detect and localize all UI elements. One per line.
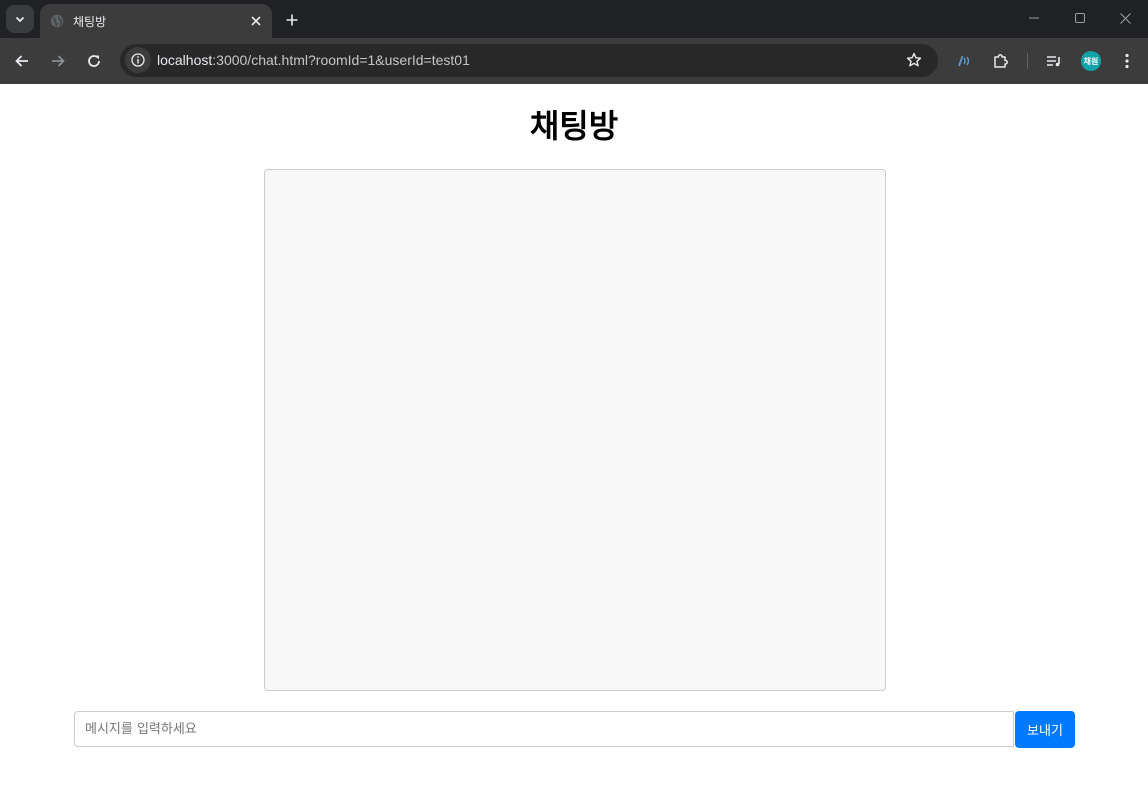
- kebab-menu-icon: [1125, 53, 1129, 69]
- minimize-icon: [1029, 17, 1039, 19]
- url-host: localhost: [157, 52, 213, 68]
- reload-button[interactable]: [80, 47, 108, 75]
- url-path: :3000/chat.html?roomId=1&userId=test01: [212, 52, 470, 68]
- minimize-button[interactable]: [1011, 0, 1057, 36]
- info-icon: [131, 53, 145, 67]
- close-window-button[interactable]: [1102, 0, 1148, 36]
- close-window-icon: [1119, 12, 1131, 24]
- maximize-button[interactable]: [1057, 0, 1103, 36]
- new-tab-button[interactable]: [280, 8, 304, 32]
- reload-icon: [88, 55, 100, 67]
- browser-toolbar: localhost:3000/chat.html?roomId=1&userId…: [0, 38, 1148, 84]
- close-icon: [251, 16, 261, 26]
- forward-button[interactable]: [44, 47, 72, 75]
- puzzle-icon: [994, 54, 1008, 68]
- maximize-icon: [1075, 13, 1085, 23]
- chat-messages-area[interactable]: [264, 169, 886, 691]
- url-text[interactable]: localhost:3000/chat.html?roomId=1&userId…: [157, 52, 470, 68]
- back-arrow-icon: [15, 55, 28, 67]
- site-info-button[interactable]: [125, 47, 151, 73]
- bookmark-button[interactable]: [903, 49, 925, 71]
- send-button[interactable]: 보내기: [1015, 711, 1075, 748]
- star-icon: [906, 52, 922, 67]
- active-tab[interactable]: 채팅방: [40, 4, 272, 38]
- tab-close-button[interactable]: [246, 11, 266, 31]
- tab-list-button[interactable]: [6, 5, 34, 33]
- message-input[interactable]: [74, 711, 1014, 747]
- extensions-button[interactable]: [987, 47, 1015, 75]
- toolbar-divider: [1027, 53, 1028, 69]
- browser-menu-button[interactable]: [1113, 47, 1141, 75]
- tab-title: 채팅방: [73, 14, 107, 29]
- globe-icon: [50, 14, 64, 28]
- tab-bar: 채팅방: [0, 0, 1148, 38]
- extension-broadcast-button[interactable]: [951, 47, 979, 75]
- media-queue-icon: [1047, 56, 1060, 67]
- back-button[interactable]: [8, 47, 36, 75]
- profile-avatar[interactable]: 채원: [1081, 51, 1101, 71]
- forward-arrow-icon: [52, 55, 65, 67]
- media-control-button[interactable]: [1040, 47, 1068, 75]
- tab-list-chevron-icon: [15, 16, 25, 23]
- plus-icon: [286, 14, 298, 26]
- address-bar[interactable]: localhost:3000/chat.html?roomId=1&userId…: [120, 44, 938, 77]
- extension-broadcast-icon: [958, 55, 970, 67]
- page-title: 채팅방: [529, 107, 619, 145]
